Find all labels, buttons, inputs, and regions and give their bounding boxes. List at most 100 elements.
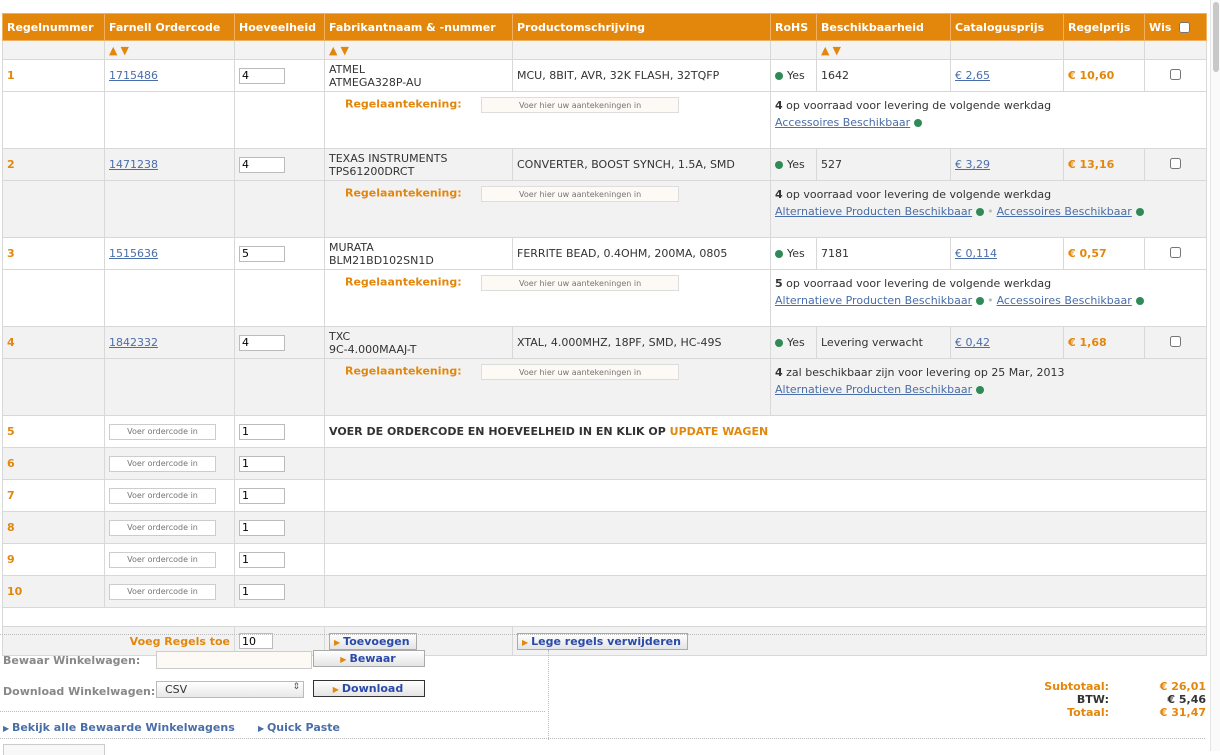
quantity-input[interactable] [239,67,285,84]
quantity-input[interactable] [239,519,285,536]
availability-link[interactable]: Alternatieve Producten Beschikbaar [775,205,972,218]
triangle-right-icon: ▶ [522,637,529,647]
line-price: € 0,57 [1068,247,1107,260]
download-cart-label: Download Winkelwagen: [3,685,156,698]
divider [0,634,1205,635]
quantity-input[interactable] [239,487,285,504]
select-arrows-icon: ⇕ [292,682,300,692]
line-price: € 1,68 [1068,336,1107,349]
select-all-checkbox[interactable] [1179,22,1191,33]
availability-link[interactable]: Alternatieve Producten Beschikbaar [775,294,972,307]
note-label: Regelaantekening: [345,97,462,111]
divider [0,711,545,712]
availability-link[interactable]: Accessoires Beschikbaar [775,116,910,129]
partial-button[interactable] [3,744,105,755]
stock-count: 4 [775,188,783,201]
manufacturer-name: TEXAS INSTRUMENTS [329,151,448,165]
availability-link[interactable]: Accessoires Beschikbaar [997,205,1132,218]
cart-note-row: Regelaantekening: 4 op voorraad voor lev… [2,91,1207,149]
remove-empty-rows-button[interactable]: ▶ Lege regels verwijderen [517,632,688,650]
scrollbar-thumb[interactable] [1213,2,1219,72]
ordercode-link[interactable]: 1515636 [109,247,158,260]
ordercode-link[interactable]: 1715486 [109,69,158,82]
availability-links: Accessoires Beschikbaar [775,116,1202,129]
download-format-select[interactable]: CSV ⇕ [156,681,304,698]
total-value: € 31,47 [1159,706,1206,719]
row-number: 8 [7,521,15,534]
remove-line-checkbox[interactable] [1170,157,1181,169]
empty-line-row: 7 [2,479,1207,512]
note-input[interactable] [481,97,680,113]
row-number: 3 [7,247,15,260]
note-input[interactable] [481,186,680,202]
stock-message: 5 op voorraad voor levering de volgende … [775,277,1202,290]
subtotal-value: € 26,01 [1159,680,1206,693]
header-hoeveelheid: Hoeveelheid [234,13,325,41]
ordercode-link[interactable]: 1471238 [109,158,158,171]
cart-item-row: 3 1515636 MURATABLM21BD102SN1D FERRITE BEAD… [2,237,1207,270]
separator-dot: • [987,205,994,218]
header-catalogusprijs: Catalogusprijs [950,13,1064,41]
quantity-input[interactable] [239,455,285,472]
stock-text: op voorraad voor levering de volgende we… [782,99,1052,112]
manufacturer-part: ATMEGA328P-AU [329,75,422,89]
quantity-input[interactable] [239,423,285,440]
sort-ordercode-arrows[interactable]: ▲▼ [109,44,132,57]
quantity-input[interactable] [239,551,285,568]
header-fabrikant: Fabrikantnaam & -nummer [324,13,513,41]
note-input[interactable] [481,364,680,380]
ordercode-input[interactable] [109,551,216,568]
remove-line-checkbox[interactable] [1170,335,1181,347]
ordercode-input[interactable] [109,455,216,472]
ordercode-link[interactable]: 1842332 [109,336,158,349]
row-number: 5 [7,425,15,438]
note-input[interactable] [481,275,680,291]
wis-label: Wis [1149,20,1172,34]
status-dot-icon [976,386,985,394]
ordercode-input[interactable] [109,583,216,600]
catalog-price-link[interactable]: € 2,65 [955,69,990,82]
add-rows-button[interactable]: ▶ Toevoegen [329,632,417,650]
page-scrollbar[interactable] [1210,0,1220,751]
status-dot-icon [976,297,985,305]
quantity-input[interactable] [239,245,285,262]
header-ordercode: Farnell Ordercode [104,13,235,41]
header-wis: Wis [1144,13,1207,41]
availability-link[interactable]: Alternatieve Producten Beschikbaar [775,383,972,396]
quantity-input[interactable] [239,334,285,351]
spacer-row [2,607,1207,627]
triangle-right-icon: ▶ [3,724,12,733]
save-cart-button[interactable]: ▶ Bewaar [313,650,425,667]
cart-item-row: 1 1715486 ATMELATMEGA328P-AU MCU, 8BIT, AVR… [2,59,1207,92]
manufacturer-part: 9C-4.000MAAJ-T [329,342,417,356]
availability-value: 1642 [821,69,849,82]
remove-line-checkbox[interactable] [1170,246,1181,258]
row-number: 1 [7,69,15,82]
availability-value: Levering verwacht [821,336,923,349]
note-label: Regelaantekening: [345,186,462,200]
catalog-price-link[interactable]: € 0,42 [955,336,990,349]
ordercode-input[interactable] [109,519,216,536]
remove-line-checkbox[interactable] [1170,68,1181,80]
download-button[interactable]: ▶ Download [313,680,425,697]
quantity-input[interactable] [239,156,285,173]
rohs-status: Yes [787,247,805,260]
view-saved-carts-link[interactable]: ▶ Bekijk alle Bewaarde Winkelwagens [3,721,235,734]
add-rows-count-input[interactable] [239,633,273,649]
catalog-price-link[interactable]: € 3,29 [955,158,990,171]
quick-paste-link[interactable]: ▶ Quick Paste [258,721,340,734]
save-cart-name-input[interactable] [156,651,312,669]
stock-text: op voorraad voor levering de volgende we… [782,277,1052,290]
sort-fabrikant-arrows[interactable]: ▲▼ [329,44,352,57]
rohs-dot-icon [775,339,783,347]
sort-beschikbaarheid-arrows[interactable]: ▲▼ [821,44,844,57]
empty-line-row: 9 [2,543,1207,576]
row-number: 6 [7,457,15,470]
stock-text: op voorraad voor levering de volgende we… [782,188,1052,201]
stock-text: zal beschikbaar zijn voor levering op 25… [782,366,1065,379]
ordercode-input[interactable] [109,487,216,504]
ordercode-input[interactable] [109,423,216,440]
catalog-price-link[interactable]: € 0,114 [955,247,997,260]
quantity-input[interactable] [239,583,285,600]
availability-link[interactable]: Accessoires Beschikbaar [997,294,1132,307]
